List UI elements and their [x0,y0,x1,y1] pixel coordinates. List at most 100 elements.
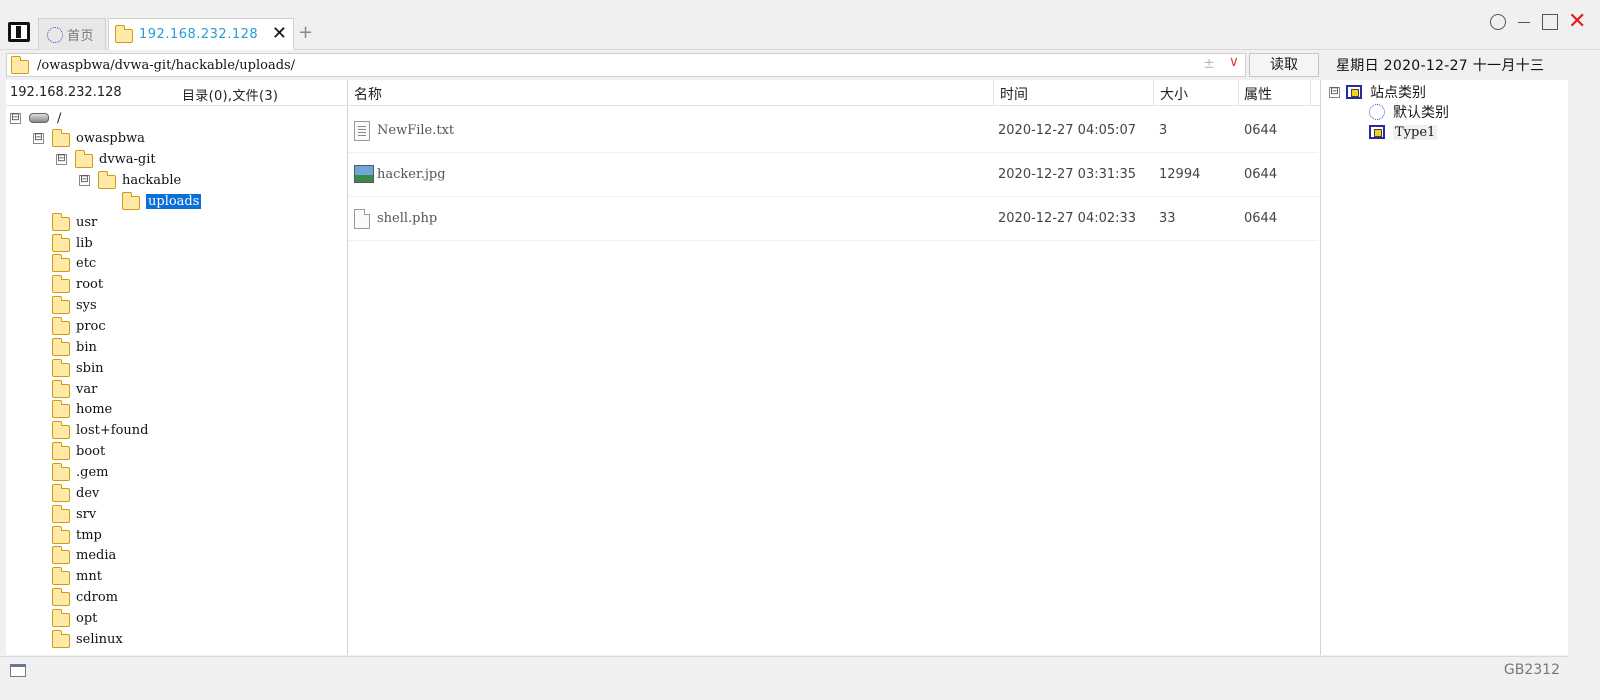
folder-icon [52,254,70,273]
folder-icon [52,233,70,252]
file-row[interactable]: NewFile.txt 2020-12-27 04:05:07 3 0644 [348,109,1318,153]
tree-item-label: srv [76,506,97,522]
category-root-label: 站点类别 [1370,85,1426,101]
chevron-down-icon[interactable]: ∨ [1229,54,1239,70]
tree-item[interactable]: ⊟ / [10,108,61,128]
date-label: 星期日 2020-12-27 十一月十三 [1336,58,1545,74]
close-window-icon[interactable]: ✕ [1568,11,1586,33]
file-attr: 0644 [1244,123,1278,138]
tree-item[interactable]: etc [52,254,96,274]
directory-tree-panel: 192.168.232.128 目录(0),文件(3) ⊟ / ⊟ owaspbwa ⊟… [6,80,348,655]
tree-item[interactable]: home [52,400,112,420]
tab-active-label: 192.168.232.128 [139,26,259,42]
collapse-icon[interactable]: ⊟ [10,112,21,124]
tree-item[interactable]: var [52,379,97,399]
tree-item-label: dvwa-git [99,152,156,168]
tree-item[interactable]: lost+found [52,421,148,441]
folder-icon [52,400,70,419]
category-panel: ⊟ 站点类别 默认类别 Type1 [1320,80,1568,655]
tree-item[interactable]: opt [52,608,97,628]
col-time-header[interactable]: 时间 [1000,84,1028,104]
tree-item-label: proc [76,319,106,334]
collapse-icon[interactable]: ⊟ [1329,86,1340,98]
read-button[interactable]: 读取 [1249,53,1319,77]
tree-item[interactable]: media [52,546,116,566]
new-tab-button[interactable]: + [298,22,313,43]
tree-item[interactable]: bin [52,337,97,357]
col-attr-header[interactable]: 属性 [1244,84,1272,104]
tab-close-icon[interactable]: ✕ [272,25,287,43]
image-file-icon [354,165,374,183]
collapse-icon[interactable]: ⊟ [79,175,90,187]
tree-item[interactable]: ⊟ hackable [79,171,181,191]
tab-home[interactable]: 首页 [38,18,106,50]
category-item-default[interactable]: 默认类别 [1369,102,1449,122]
category-item-type1[interactable]: Type1 [1369,122,1438,142]
app-logo-icon[interactable] [8,22,30,42]
drive-icon [29,113,49,123]
tree-item-label: boot [76,444,106,460]
collapse-icon[interactable]: ⊟ [33,133,44,145]
file-attr: 0644 [1244,167,1278,182]
tree-item[interactable]: boot [52,442,105,462]
tree-item-label: root [76,277,104,293]
tree-item[interactable]: usr [52,212,97,232]
tree-item-label: home [76,402,113,418]
tree-item-label: hackable [122,173,182,189]
tree-item[interactable]: uploads [122,191,202,211]
tree-item-label: usr [76,214,98,230]
tree-item[interactable]: dev [52,483,99,503]
folder-icon [52,504,70,523]
category-box-icon [1346,85,1362,99]
file-row[interactable]: hacker.jpg 2020-12-27 03:31:35 12994 0644 [348,153,1318,197]
tree-item-label: etc [76,256,97,272]
plusminus-icon[interactable]: ± [1203,56,1215,72]
col-name-header[interactable]: 名称 [354,84,382,104]
path-input[interactable] [37,55,1187,75]
tab-home-label: 首页 [67,29,95,44]
file-name: NewFile.txt [377,123,455,138]
folder-icon [52,462,70,481]
file-time: 2020-12-27 03:31:35 [998,167,1137,182]
folder-icon [52,337,70,356]
tree-header: 192.168.232.128 目录(0),文件(3) [6,80,348,106]
tree-item[interactable]: ⊟ owaspbwa [33,129,145,149]
window-icon[interactable] [10,664,26,677]
folder-icon [122,191,140,210]
pin-circle-icon[interactable] [1490,14,1506,30]
tree-item[interactable]: root [52,275,103,295]
tree-item[interactable]: selinux [52,629,123,649]
folder-icon [52,317,70,335]
tree-item[interactable]: proc [52,317,106,337]
tree-item-label: tmp [76,527,102,543]
tree-item-label: selinux [76,631,123,647]
folder-icon [52,629,70,648]
tree-item[interactable]: tmp [52,525,102,545]
encoding-label[interactable]: GB2312 [1504,662,1560,678]
file-icon [354,209,370,229]
tree-item-label: owaspbwa [76,131,145,147]
folder-icon [52,275,70,294]
tree-item[interactable]: mnt [52,567,102,587]
tree-item[interactable]: sbin [52,358,104,378]
tree-item[interactable]: srv [52,504,96,524]
tree-item[interactable]: sys [52,296,97,316]
category-box-icon [1369,125,1385,139]
file-size: 3 [1159,123,1168,138]
tree-item[interactable]: .gem [52,462,108,482]
file-name: shell.php [377,211,438,226]
minimize-icon[interactable] [1516,14,1532,30]
category-item-label: Type1 [1393,124,1438,140]
folder-icon [52,608,70,627]
tree-item[interactable]: ⊟ dvwa-git [56,150,156,170]
collapse-icon[interactable]: ⊟ [56,154,67,166]
tree-item-label: lost+found [76,423,149,439]
category-root[interactable]: ⊟ 站点类别 [1329,82,1426,102]
tab-active-host[interactable]: 192.168.232.128 ✕ [108,18,294,50]
file-row[interactable]: shell.php 2020-12-27 04:02:33 33 0644 [348,197,1318,241]
col-size-header[interactable]: 大小 [1160,84,1188,104]
tree-item[interactable]: cdrom [52,588,118,608]
maximize-icon[interactable] [1542,14,1558,30]
tree-item[interactable]: lib [52,233,93,253]
tree-item-label: bin [76,339,97,355]
